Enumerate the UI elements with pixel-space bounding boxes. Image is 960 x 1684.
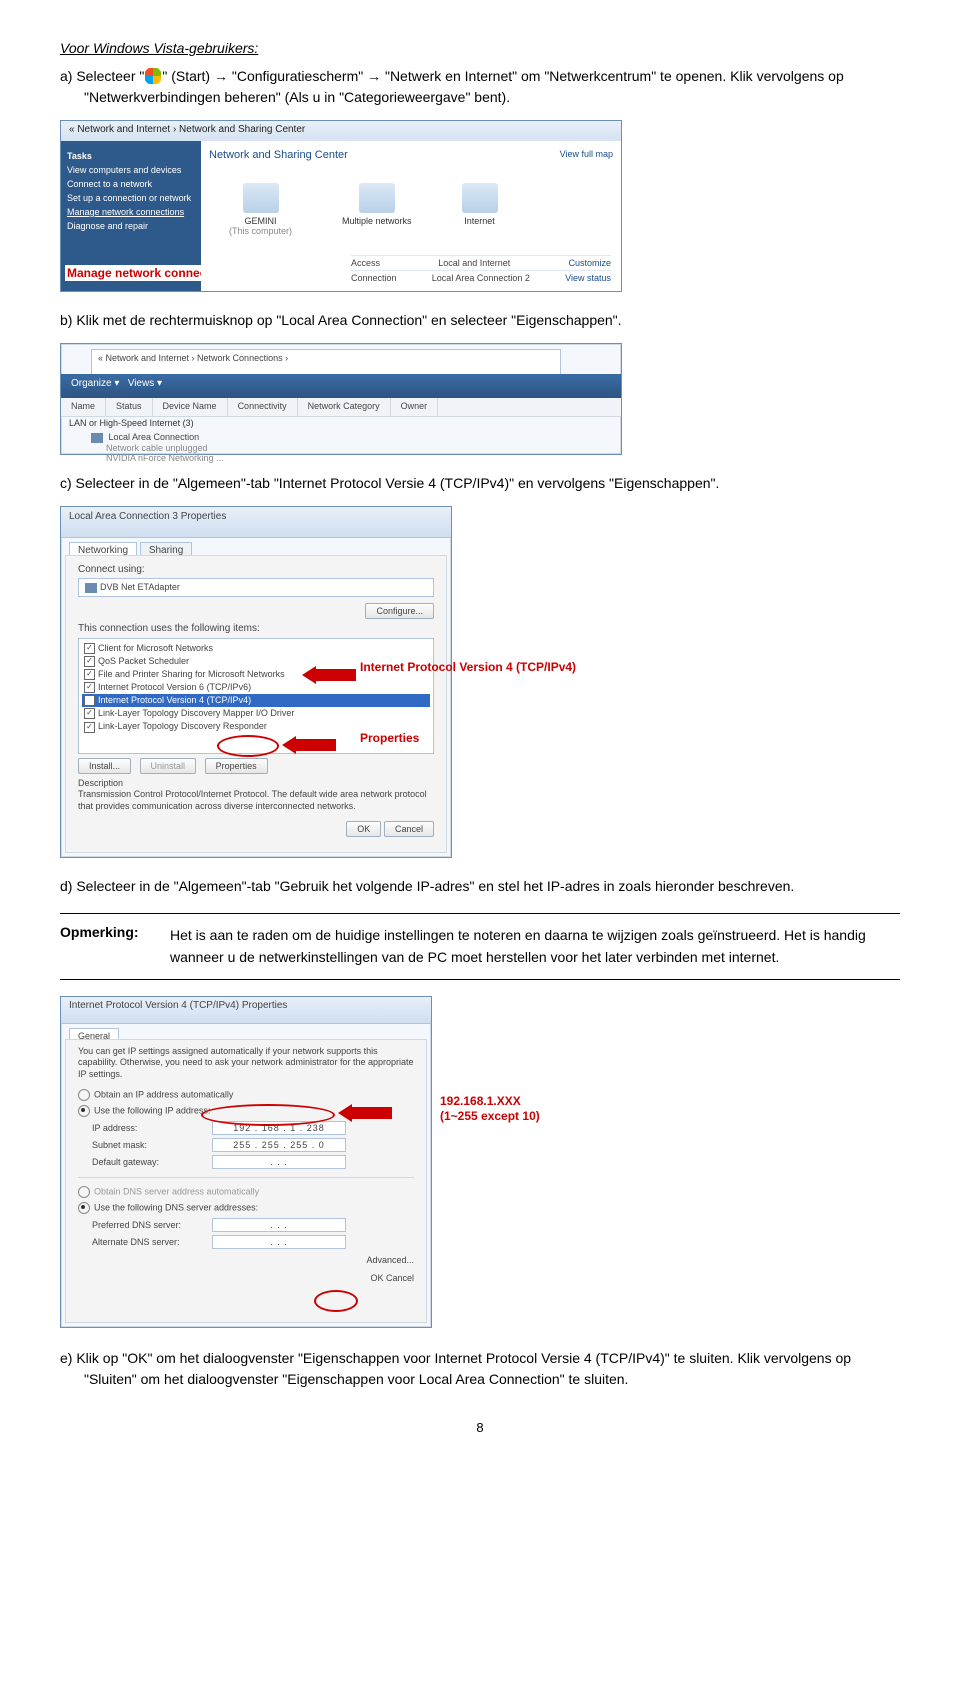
item-sub2: NVIDIA nForce Networking ... (106, 453, 224, 463)
subnet-mask-field: Subnet mask:255 . 255 . 255 . 0 (92, 1138, 414, 1152)
group-header: LAN or High-Speed Internet (3) (69, 418, 194, 428)
item-name: Local Area Connection (109, 432, 200, 442)
network-node: Multiple networks (342, 183, 412, 236)
col-category: Network Category (298, 398, 391, 416)
tasks-heading: Tasks (67, 151, 207, 161)
adapter-icon (85, 583, 97, 593)
task-link: View computers and devices (67, 165, 207, 175)
list-item: ✓Client for Microsoft Networks (82, 642, 430, 655)
breadcrumb-bar: « Network and Internet › Network Connect… (91, 349, 561, 375)
list-item: ✓Internet Protocol Version 6 (TCP/IPv6) (82, 681, 430, 694)
network-node: Internet (462, 183, 498, 236)
step-b: b) Klik met de rechtermuisknop op "Local… (84, 310, 900, 331)
radio-use-dns: Use the following DNS server addresses: (78, 1202, 414, 1214)
col-owner: Owner (391, 398, 439, 416)
row-value: Local and Internet (438, 258, 510, 268)
note-heading: Opmerking: (60, 924, 170, 969)
cancel-button: Cancel (386, 1273, 414, 1283)
red-oval-icon (217, 735, 279, 757)
row-label: Access (351, 258, 380, 268)
component-buttons: Install... Uninstall Properties (78, 758, 434, 774)
uninstall-button: Uninstall (140, 758, 197, 774)
step-a-pre: a) Selecteer " (60, 68, 144, 84)
screenshot-ipv4-properties: Internet Protocol Version 4 (TCP/IPv4) P… (60, 996, 432, 1328)
description-heading: Description (78, 778, 434, 790)
network-node: GEMINI(This computer) (229, 183, 292, 236)
properties-button: Properties (205, 758, 268, 774)
red-oval-icon (314, 1290, 358, 1312)
screenshot-network-sharing-center: « Network and Internet › Network and Sha… (60, 120, 622, 292)
dialog-title: Local Area Connection 3 Properties (61, 507, 451, 538)
gateway-field: Default gateway: . . . (92, 1155, 414, 1169)
intro-text: You can get IP settings assigned automat… (78, 1046, 414, 1081)
step-a-post: " (Start) → "Configuratiescherm" → "Netw… (84, 68, 844, 105)
red-arrow-left-icon (302, 666, 356, 684)
col-status: Status (106, 398, 153, 416)
main-pane: Network and Sharing Center View full map… (201, 141, 621, 291)
column-headers: Name Status Device Name Connectivity Net… (61, 398, 621, 417)
col-connectivity: Connectivity (228, 398, 298, 416)
connection-item: Local Area Connection Network cable unpl… (91, 432, 224, 463)
radio-obtain-ip: Obtain an IP address automatically (78, 1089, 414, 1101)
node-sublabel: (This computer) (229, 226, 292, 236)
callout-properties: Properties (360, 731, 419, 745)
col-name: Name (61, 398, 106, 416)
description-box: Description Transmission Control Protoco… (78, 778, 434, 813)
install-button: Install... (78, 758, 131, 774)
task-link-manage: Manage network connections (67, 207, 207, 217)
list-item-selected: ✓Internet Protocol Version 4 (TCP/IPv4) (82, 694, 430, 707)
ok-button: OK (346, 821, 381, 837)
node-label: Multiple networks (342, 216, 412, 226)
step-c: c) Selecteer in de "Algemeen"-tab "Inter… (84, 473, 900, 494)
configure-button: Configure... (365, 603, 434, 619)
description-text: Transmission Control Protocol/Internet P… (78, 789, 434, 812)
uses-label: This connection uses the following items… (78, 623, 434, 634)
red-oval-icon (201, 1104, 335, 1126)
page-number: 8 (60, 1420, 900, 1435)
note-body: Het is aan te raden om de huidige instel… (170, 924, 900, 969)
preferred-dns-field: Preferred DNS server: . . . (92, 1218, 414, 1232)
callout-ipv4: Internet Protocol Version 4 (TCP/IPv4) (360, 660, 576, 674)
pane-title: Network and Sharing Center (209, 149, 348, 161)
red-arrow-left-icon (338, 1104, 392, 1122)
view-status-link: View status (565, 273, 611, 283)
section-title-vista: Voor Windows Vista-gebruikers: (60, 40, 900, 56)
views-menu: Views ▾ (128, 378, 162, 389)
note-block: Opmerking: Het is aan te raden om de hui… (60, 913, 900, 980)
cancel-button: Cancel (384, 821, 434, 837)
windows-logo-icon (144, 67, 162, 85)
task-link: Connect to a network (67, 179, 207, 189)
connect-using-label: Connect using: (78, 564, 434, 575)
adapter-name: DVB Net ETAdapter (100, 582, 180, 592)
ok-button: OK (370, 1273, 383, 1283)
list-item: ✓Link-Layer Topology Discovery Mapper I/… (82, 707, 430, 720)
screenshot-network-connections: « Network and Internet › Network Connect… (60, 343, 622, 455)
task-link: Set up a connection or network (67, 193, 207, 203)
customize-link: Customize (568, 258, 611, 268)
adapter-field: DVB Net ETAdapter (78, 578, 434, 597)
task-link: Diagnose and repair (67, 221, 207, 231)
node-label: GEMINI (229, 216, 292, 226)
nic-icon (91, 433, 103, 443)
step-a: a) Selecteer "" (Start) → "Configuraties… (84, 66, 900, 108)
row-value: Local Area Connection 2 (432, 273, 530, 283)
dialog-title: Internet Protocol Version 4 (TCP/IPv4) P… (61, 997, 431, 1024)
screenshot-lac-properties: Local Area Connection 3 Properties Netwo… (60, 506, 452, 858)
callout-ip-example: 192.168.1.XXX(1~255 except 10) (440, 1094, 540, 1124)
node-label: Internet (462, 216, 498, 226)
organize-menu: Organize ▾ (71, 378, 119, 389)
step-e: e) Klik op "OK" om het dialoogvenster "E… (84, 1348, 900, 1390)
red-arrow-left-icon (282, 736, 336, 754)
view-full-map-link: View full map (560, 149, 613, 169)
alternate-dns-field: Alternate DNS server: . . . (92, 1235, 414, 1249)
row-label: Connection (351, 273, 397, 283)
advanced-button: Advanced... (366, 1255, 414, 1265)
step-d: d) Selecteer in de "Algemeen"-tab "Gebru… (84, 876, 900, 897)
radio-obtain-dns: Obtain DNS server address automatically (78, 1186, 414, 1198)
col-device: Device Name (153, 398, 228, 416)
item-sub1: Network cable unplugged (106, 443, 208, 453)
